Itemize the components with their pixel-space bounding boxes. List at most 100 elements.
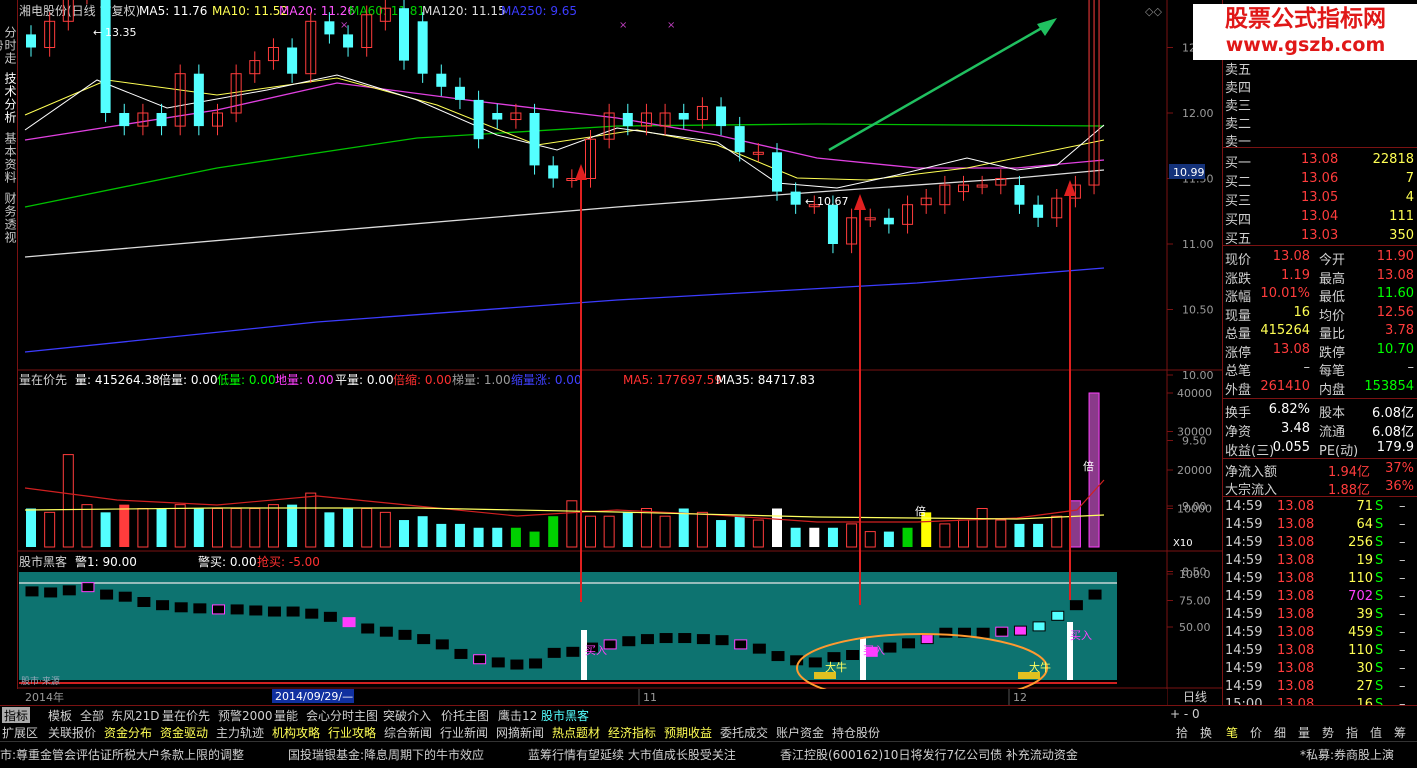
- tab-technical[interactable]: 技术分析: [1, 70, 17, 126]
- tick-mark: –: [1399, 679, 1406, 694]
- function-tab[interactable]: 资金分布: [104, 724, 152, 741]
- panel-control-icon[interactable]: ◇◇: [1145, 5, 1162, 18]
- indicator-tick-label: 75.00: [1179, 595, 1211, 608]
- buy-price: 13.03: [1301, 228, 1339, 243]
- sell-level: 卖二: [1223, 112, 1417, 132]
- tick-mark: –: [1399, 517, 1406, 532]
- tick-side: S: [1375, 661, 1384, 676]
- fundamental-row: 收益(三) 0.055 PE(动) 179.9: [1223, 439, 1417, 459]
- news-item[interactable]: 蓝筹行情有望延续 大市值成长股受关注: [528, 746, 736, 763]
- indicator-tab[interactable]: 价托主图: [441, 707, 489, 724]
- function-tab[interactable]: 委托成交: [720, 724, 768, 741]
- tab-fundamentals[interactable]: 基本资料: [1, 130, 17, 186]
- quote-value: 13.08: [1272, 249, 1310, 264]
- detail-tab[interactable]: 价: [1250, 724, 1262, 741]
- indicator-tab[interactable]: 股市黑客: [541, 707, 589, 724]
- function-tab[interactable]: 机构攻略: [272, 724, 320, 741]
- tab-financials[interactable]: 财务透视: [1, 190, 17, 246]
- ma10-label: MA10: 11.52: [212, 4, 288, 18]
- indicator-tab[interactable]: 会心分时主图: [306, 707, 378, 724]
- indicator-tab[interactable]: 量能: [274, 707, 298, 724]
- quote-value: 16: [1293, 304, 1310, 320]
- quote-label: 均价: [1319, 308, 1346, 324]
- tick-side: S: [1375, 679, 1384, 694]
- indicator-tick-label: 100.0: [1179, 568, 1211, 581]
- function-tab[interactable]: 行业攻略: [328, 724, 376, 741]
- zoom-controls[interactable]: + - 0: [1170, 707, 1200, 721]
- function-tab[interactable]: 热点题材: [552, 724, 600, 741]
- detail-tab[interactable]: 筹: [1394, 724, 1406, 741]
- indicator-tab[interactable]: 突破介入: [383, 707, 431, 724]
- news-item[interactable]: 国投瑞银基金:降息周期下的牛市效应: [288, 746, 484, 763]
- tick-side: S: [1375, 571, 1384, 586]
- detail-tab[interactable]: 指: [1346, 724, 1358, 741]
- quote-value: 415264: [1260, 323, 1310, 338]
- ma120-line: [24, 169, 1105, 258]
- tick-row: 14:59 13.08 110 S –: [1223, 642, 1417, 660]
- panel-switch-tab[interactable]: 换: [1200, 724, 1212, 741]
- buy-label: 买入: [585, 644, 607, 657]
- quote-label: 最低: [1319, 290, 1346, 305]
- fund-value: 6.08亿: [1372, 406, 1414, 421]
- date-cursor-value: 2014/09/29/—: [275, 690, 353, 703]
- function-tab[interactable]: 资金驱动: [160, 724, 208, 741]
- tick-row: 14:59 13.08 39 S –: [1223, 606, 1417, 624]
- tick-volume: 19: [1356, 553, 1373, 568]
- tab-intraday[interactable]: 分时走势: [0, 20, 17, 70]
- function-tab[interactable]: 关联报价: [48, 724, 96, 741]
- flow-pct: 36%: [1385, 479, 1414, 494]
- watermark-title: 股票公式指标网: [1225, 6, 1386, 32]
- detail-tab[interactable]: 势: [1322, 724, 1334, 741]
- tick-price: 13.08: [1277, 607, 1315, 622]
- function-tab[interactable]: 综合新闻: [384, 724, 432, 741]
- vol-value: 量: 415264.38: [75, 373, 160, 387]
- indicator-tab[interactable]: 预警2000: [218, 707, 273, 724]
- ping-value: 平量: 0.00: [335, 373, 394, 387]
- trend-arrow: [828, 23, 1048, 152]
- jing1-value: 警1: 90.00: [75, 554, 137, 569]
- fund-value: 0.055: [1272, 440, 1310, 455]
- function-tab[interactable]: 行业新闻: [440, 724, 488, 741]
- quote-row: 总笔 – 每笔 –: [1223, 359, 1417, 379]
- function-tab[interactable]: 账户资金: [776, 724, 824, 741]
- current-price-value: 10.99: [1173, 166, 1205, 179]
- tick-side: S: [1375, 607, 1384, 622]
- tick-side: S: [1375, 535, 1384, 550]
- indicator-y-axis: 100.0 75.00 50.00: [1167, 568, 1211, 634]
- function-tab[interactable]: 扩展区: [2, 724, 38, 741]
- indicator-tab[interactable]: 鹰击12: [498, 707, 537, 724]
- tick-volume: 110: [1348, 571, 1373, 586]
- news-item[interactable]: 市:尊重金管会评估证所税大户条款上限的调整: [0, 746, 244, 763]
- detail-tab[interactable]: 值: [1370, 724, 1382, 741]
- chart-area[interactable]: 湘电股份(日线 前复权) MA5: 11.76 MA10: 11.52 MA20…: [17, 0, 1222, 705]
- low-price-arrow: ←: [805, 195, 814, 208]
- indicator-tab[interactable]: 东风21D: [111, 707, 160, 724]
- buy-level: 买五 13.03 350: [1223, 227, 1417, 247]
- volume-tick-label: 30000: [1177, 426, 1212, 439]
- period-label[interactable]: 日线: [1183, 690, 1207, 704]
- indicator-tab[interactable]: 全部: [80, 707, 104, 724]
- quote-value: 153854: [1364, 378, 1414, 394]
- function-tab[interactable]: 预期收益: [664, 724, 712, 741]
- fund-label: 流通: [1319, 425, 1346, 440]
- quote-value: 13.08: [1272, 341, 1310, 357]
- indicator-tab[interactable]: 模板: [48, 707, 72, 724]
- tick-mark: –: [1399, 643, 1406, 658]
- fund-label: 股本: [1319, 406, 1346, 421]
- indicator-tab[interactable]: 指标: [2, 707, 31, 724]
- detail-tab[interactable]: 量: [1298, 724, 1310, 741]
- detail-tab[interactable]: 笔: [1226, 724, 1238, 741]
- volume-unit: X10: [1173, 538, 1193, 549]
- news-item[interactable]: *私募:券商股上演: [1300, 746, 1394, 763]
- detail-tab[interactable]: 细: [1274, 724, 1286, 741]
- indicator-tab[interactable]: 量在价先: [162, 707, 210, 724]
- function-tab[interactable]: 主力轨迹: [216, 724, 264, 741]
- news-item[interactable]: 香江控股(600162)10日将发行7亿公司债 补充流动资金: [780, 746, 1078, 763]
- function-tab[interactable]: 持仓股份: [832, 724, 880, 741]
- ma60-label: MA60: 11.81: [349, 4, 425, 18]
- qiangmai-value: 抢买: -5.00: [257, 554, 320, 569]
- panel-switch-tab[interactable]: 拾: [1176, 724, 1188, 741]
- function-tab[interactable]: 网摘新闻: [496, 724, 544, 741]
- function-tab[interactable]: 经济指标: [608, 724, 656, 741]
- tick-side: S: [1375, 499, 1384, 514]
